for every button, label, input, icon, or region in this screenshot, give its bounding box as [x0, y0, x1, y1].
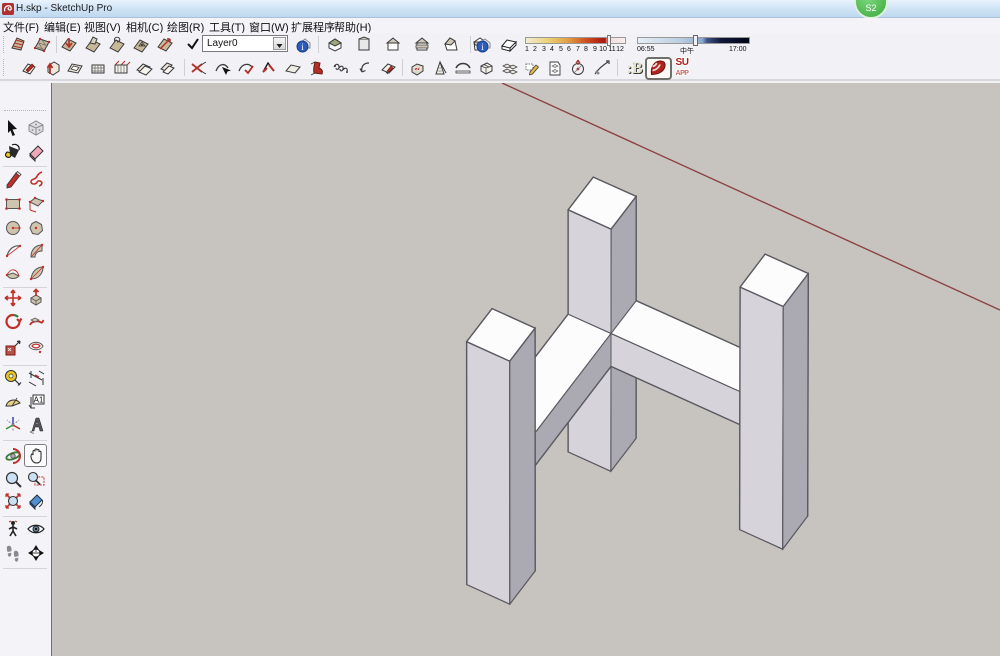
svg-text:SB: SB: [414, 67, 420, 72]
svg-text:A1: A1: [34, 396, 44, 405]
svg-text::B: :B: [627, 60, 643, 77]
